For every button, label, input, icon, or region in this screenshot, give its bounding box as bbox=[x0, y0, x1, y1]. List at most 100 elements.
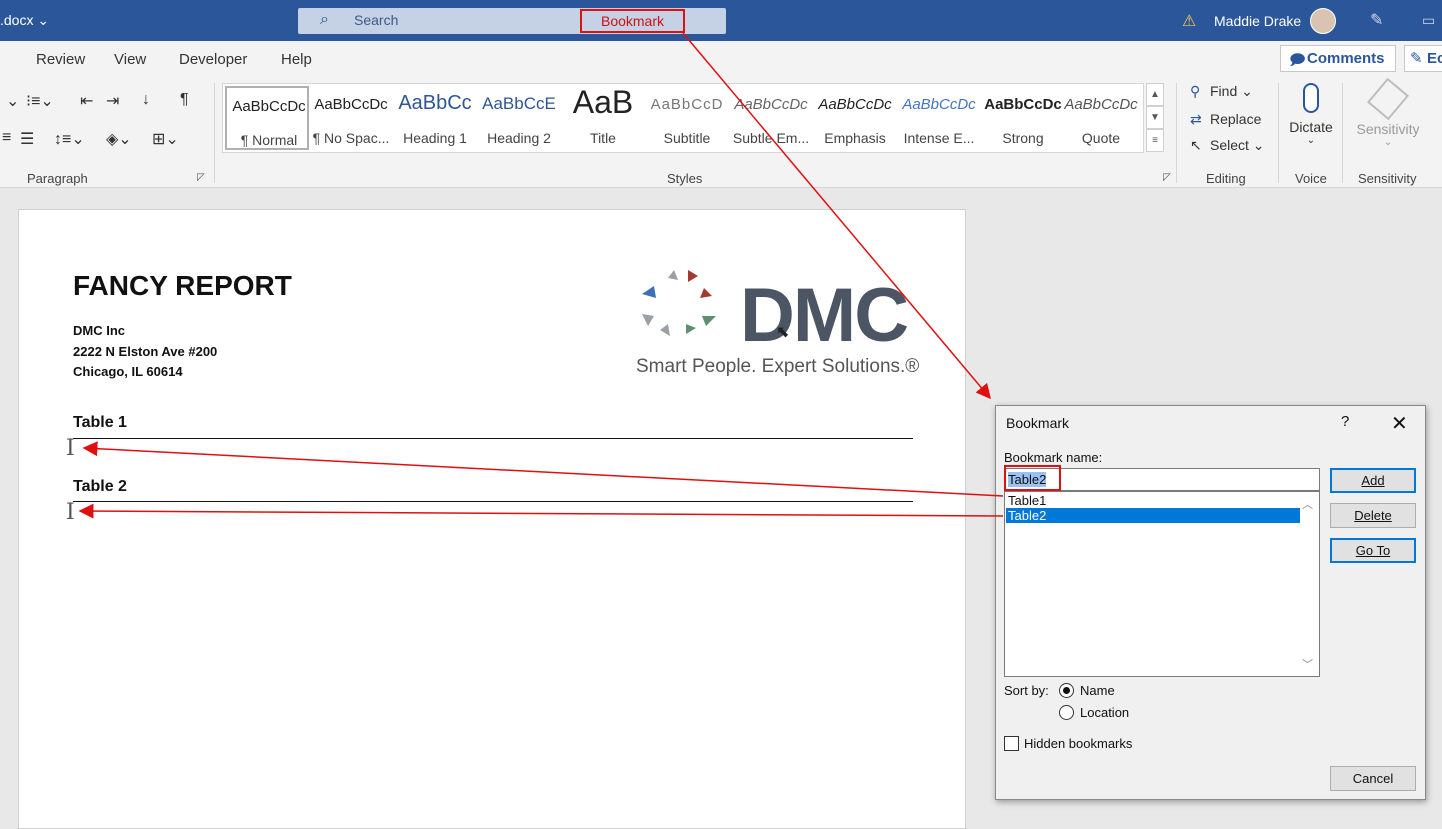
chevron-up-icon[interactable]: ︿ bbox=[1302, 496, 1313, 512]
voice-group-label: Voice bbox=[1295, 171, 1327, 186]
table1-heading[interactable]: Table 1 bbox=[73, 414, 127, 432]
tab-developer[interactable]: Developer bbox=[179, 51, 247, 68]
style-subtitle[interactable]: AaBbCcD Subtitle bbox=[645, 86, 729, 150]
styles-gallery-scroll: ▲ ▼ ≡ bbox=[1146, 83, 1164, 153]
style-heading-2[interactable]: AaBbCcE Heading 2 bbox=[477, 86, 561, 150]
sort-icon[interactable]: ↓ bbox=[142, 91, 150, 109]
go-to-button[interactable]: Go To bbox=[1330, 538, 1416, 563]
editing-mode-button[interactable]: ✎ Ec bbox=[1404, 45, 1442, 72]
dictate-label: Dictate bbox=[1289, 119, 1333, 135]
help-icon[interactable]: ? bbox=[1341, 413, 1349, 430]
find-icon: ⚲ bbox=[1190, 83, 1201, 99]
pointer-icon: ↖ bbox=[1190, 137, 1202, 153]
style-strong[interactable]: AaBbCcDc Strong bbox=[981, 86, 1065, 150]
style-emphasis[interactable]: AaBbCcDc Emphasis bbox=[813, 86, 897, 150]
delete-button[interactable]: Delete bbox=[1330, 503, 1416, 528]
borders-icon[interactable]: ⊞⌄ bbox=[152, 129, 179, 149]
sort-location-label[interactable]: Location bbox=[1080, 705, 1129, 720]
dmc-logo-mark bbox=[642, 270, 716, 336]
divider bbox=[1176, 83, 1177, 183]
style-intense-emphasis[interactable]: AaBbCcDc Intense E... bbox=[897, 86, 981, 150]
styles-launcher-icon[interactable]: ◸ bbox=[1163, 172, 1171, 183]
replace-button[interactable]: ⇄ Replace bbox=[1190, 111, 1261, 128]
select-label: Select bbox=[1210, 137, 1249, 153]
increase-indent-icon[interactable]: ⇥ bbox=[106, 91, 119, 111]
address-line[interactable]: Chicago, IL 60614 bbox=[73, 364, 183, 379]
tab-review[interactable]: Review bbox=[36, 51, 85, 68]
sensitivity-label: Sensitivity bbox=[1356, 121, 1420, 137]
ribbon: ⌄ ⁝≡⌄ ⇤ ⇥ ↓ ¶ ≡ ☰ ↕≡⌄ ◈⌄ ⊞⌄ Paragraph ◸ … bbox=[0, 77, 1442, 188]
document-name[interactable]: .docx ⌄ bbox=[0, 12, 49, 29]
dictate-button[interactable]: Dictate ⌄ bbox=[1288, 81, 1334, 146]
bookmark-name-label: Bookmark name: bbox=[1004, 450, 1103, 465]
table2-heading[interactable]: Table 2 bbox=[73, 478, 127, 496]
bookmark-list[interactable]: Table1 Table2 ︿ ﹀ bbox=[1004, 491, 1320, 677]
style-quote[interactable]: AaBbCcDc Quote bbox=[1059, 86, 1143, 150]
cancel-button[interactable]: Cancel bbox=[1330, 766, 1416, 791]
hidden-bookmarks-checkbox[interactable] bbox=[1004, 736, 1019, 751]
sensitivity-button[interactable]: Sensitivity ⌄ bbox=[1350, 77, 1426, 148]
pilcrow-icon[interactable]: ¶ bbox=[180, 91, 189, 109]
list-item[interactable]: Table2 bbox=[1006, 508, 1300, 523]
style-no-spacing[interactable]: AaBbCcDc ¶ No Spac... bbox=[309, 86, 393, 150]
editing-group-label: Editing bbox=[1206, 171, 1246, 186]
bookmark-callout: Bookmark bbox=[580, 9, 685, 33]
styles-gallery: AaBbCcDc ¶ Normal AaBbCcDc ¶ No Spac... … bbox=[222, 83, 1144, 153]
paragraph-launcher-icon[interactable]: ◸ bbox=[197, 172, 205, 183]
style-preview: AaBbCcDc bbox=[902, 96, 976, 113]
chevron-up-icon[interactable]: ▲ bbox=[1146, 83, 1164, 106]
close-icon[interactable]: ✕ bbox=[1391, 411, 1408, 436]
address-line[interactable]: 2222 N Elston Ave #200 bbox=[73, 344, 217, 359]
more-styles-icon[interactable]: ≡ bbox=[1146, 129, 1164, 152]
chevron-down-icon[interactable]: ⌄ bbox=[1288, 135, 1334, 146]
decrease-indent-icon[interactable]: ⇤ bbox=[80, 91, 93, 111]
tab-view[interactable]: View bbox=[114, 51, 146, 68]
find-button[interactable]: ⚲ Find ⌄ bbox=[1190, 83, 1253, 100]
style-name: Strong bbox=[1002, 130, 1044, 146]
line-spacing-icon[interactable]: ↕≡⌄ bbox=[54, 129, 85, 149]
justify-icon[interactable]: ≡ bbox=[2, 129, 11, 147]
select-button[interactable]: ↖ Select ⌄ bbox=[1190, 137, 1265, 154]
list-item[interactable]: Table1 bbox=[1006, 493, 1300, 508]
shading-icon[interactable]: ◈⌄ bbox=[106, 129, 132, 149]
style-name: ¶ No Spac... bbox=[312, 130, 390, 146]
menu-bar: Review View Developer Help bbox=[0, 41, 1442, 77]
document-title[interactable]: FANCY REPORT bbox=[73, 270, 292, 302]
chevron-down-icon[interactable]: ﹀ bbox=[1302, 656, 1313, 672]
chevron-down-icon: ⌄ bbox=[1383, 137, 1393, 148]
editing-mode-label: Ec bbox=[1427, 50, 1442, 67]
address-line[interactable]: DMC Inc bbox=[73, 323, 125, 338]
style-title[interactable]: AaB Title bbox=[561, 84, 645, 150]
pencil-icon: ✎ bbox=[1410, 50, 1423, 67]
style-name: Quote bbox=[1081, 130, 1121, 146]
text-cursor-icon: I bbox=[66, 436, 75, 461]
name-callout-box bbox=[1004, 465, 1061, 491]
style-name: Intense E... bbox=[903, 130, 975, 146]
sort-name-radio[interactable] bbox=[1059, 683, 1074, 698]
style-normal[interactable]: AaBbCcDc ¶ Normal bbox=[225, 86, 309, 150]
user-name[interactable]: Maddie Drake bbox=[1214, 13, 1301, 29]
style-preview: AaBbCcDc bbox=[734, 96, 808, 113]
style-subtle-emphasis[interactable]: AaBbCcDc Subtle Em... bbox=[729, 86, 813, 150]
multilevel-list-icon[interactable]: ⁝≡⌄ bbox=[26, 91, 54, 111]
style-name: Subtle Em... bbox=[732, 130, 810, 146]
style-preview: AaB bbox=[572, 84, 634, 120]
avatar[interactable] bbox=[1310, 8, 1336, 34]
paragraph-group-label: Paragraph bbox=[27, 171, 88, 186]
add-button[interactable]: Add bbox=[1330, 468, 1416, 493]
sort-location-radio[interactable] bbox=[1059, 705, 1074, 720]
style-heading-1[interactable]: AaBbCc Heading 1 bbox=[393, 86, 477, 150]
style-preview: AaBbCcDc bbox=[232, 98, 306, 115]
mouse-pointer-icon: ⬉ bbox=[776, 324, 790, 341]
pen-icon[interactable]: ✎ bbox=[1370, 10, 1383, 30]
chevron-down-icon[interactable]: ▼ bbox=[1146, 106, 1164, 129]
hidden-bookmarks-label[interactable]: Hidden bookmarks bbox=[1024, 736, 1132, 751]
tab-help[interactable]: Help bbox=[281, 51, 312, 68]
list-chevron-icon[interactable]: ⌄ bbox=[6, 91, 19, 111]
comments-button[interactable]: 🗩 Comments bbox=[1280, 45, 1396, 72]
cancel-label: Cancel bbox=[1352, 771, 1394, 786]
ribbon-display-icon[interactable]: ▭ bbox=[1422, 12, 1435, 29]
align-icon[interactable]: ☰ bbox=[20, 129, 34, 149]
style-name: Heading 1 bbox=[403, 130, 467, 146]
sort-name-label[interactable]: Name bbox=[1080, 683, 1115, 698]
